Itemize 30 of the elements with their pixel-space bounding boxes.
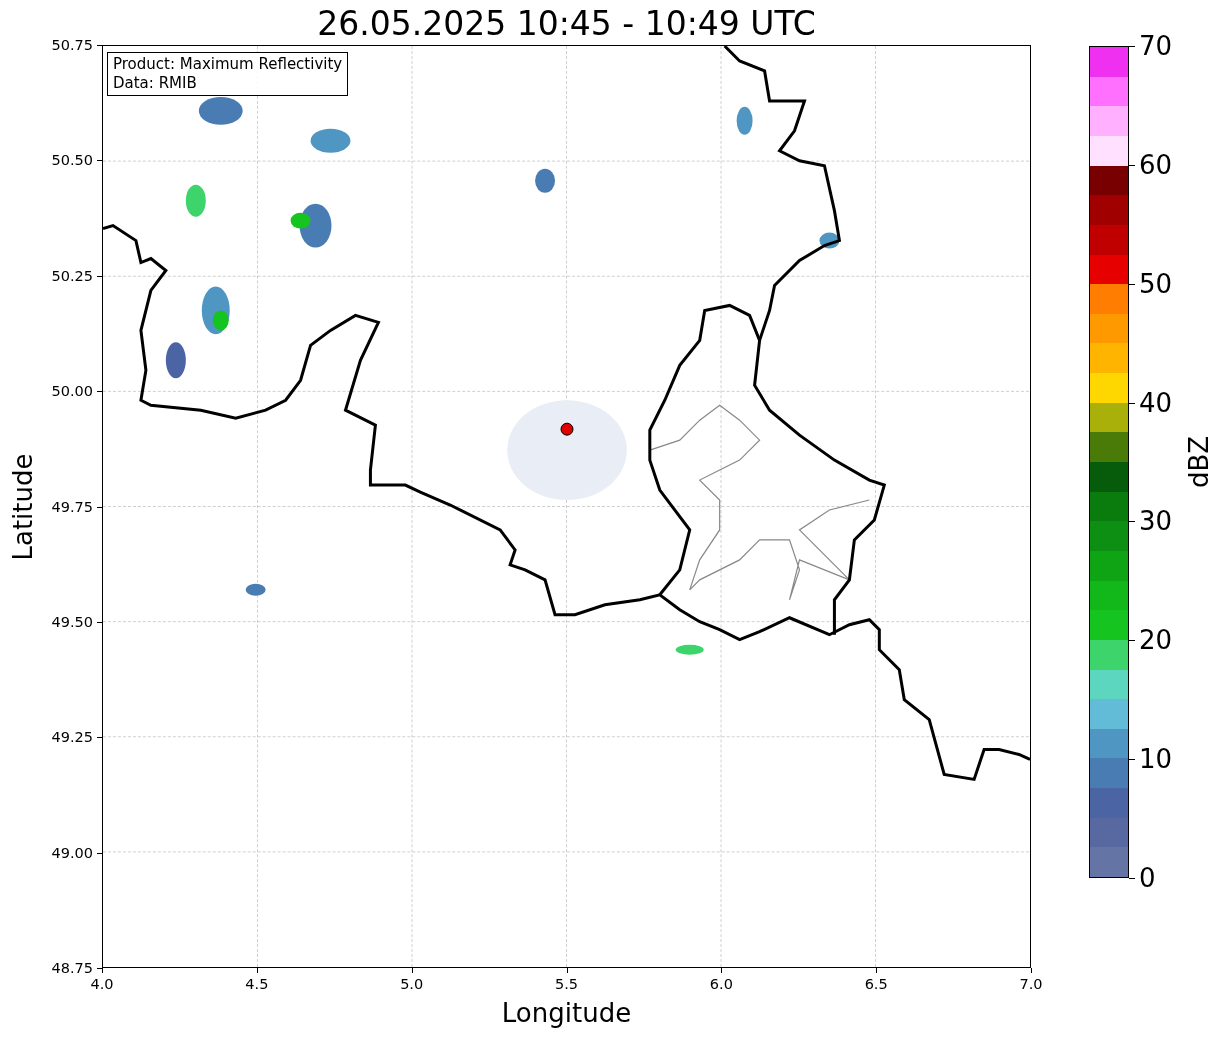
tick-label: 49.50 — [51, 614, 93, 630]
tick-label: 5.0 — [400, 977, 424, 992]
tick-label: 30 — [1139, 508, 1173, 535]
tick-label: 10 — [1139, 746, 1173, 773]
tick-label: 49.00 — [51, 845, 93, 860]
chart-title: 26.05.2025 10:45 - 10:49 UTC — [316, 3, 817, 45]
tick-label: 70 — [1139, 33, 1173, 59]
tick-label: 40 — [1139, 389, 1173, 416]
tick-label: 50.75 — [51, 37, 93, 53]
tick-label: 50.00 — [51, 383, 93, 399]
colorbar-label: dBZ — [1182, 435, 1215, 489]
tick-label: 5.5 — [554, 977, 579, 992]
tick-label: 50 — [1139, 270, 1173, 297]
tick-label: 50.50 — [51, 153, 93, 168]
tick-label: 6.0 — [709, 977, 733, 992]
tick-label: 6.5 — [864, 977, 888, 992]
x-axis-label: Longitude — [500, 998, 633, 1028]
tick-label: 20 — [1139, 627, 1173, 654]
tick-label: 49.25 — [51, 730, 93, 745]
y-axis-label: Latitude — [6, 453, 38, 560]
legend-text: Product: Maximum Reflectivity — [113, 55, 343, 74]
tick-label: 4.0 — [90, 977, 114, 992]
tick-label: 4.5 — [245, 977, 269, 992]
tick-label: 60 — [1139, 151, 1173, 178]
tick-label: 50.25 — [51, 268, 93, 283]
tick-label: 7.0 — [1019, 977, 1043, 992]
tick-label: 49.75 — [51, 499, 93, 514]
tick-label: 0 — [1139, 865, 1156, 891]
tick-label: 48.75 — [51, 960, 93, 976]
legend-text: Data: RMIB — [113, 74, 198, 93]
